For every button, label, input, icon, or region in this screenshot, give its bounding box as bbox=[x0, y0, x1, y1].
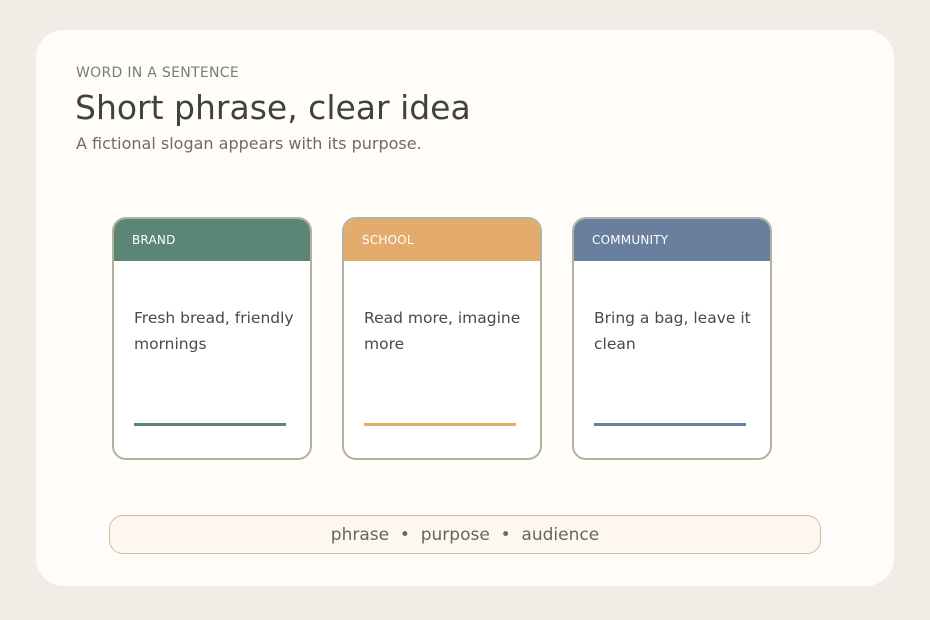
card-header: COMMUNITY bbox=[574, 219, 770, 261]
card-accent-line bbox=[364, 423, 516, 426]
card-category-label: SCHOOL bbox=[362, 233, 414, 247]
slogan-card-community: COMMUNITY Bring a bag, leave it clean bbox=[572, 217, 772, 460]
card-header: BRAND bbox=[114, 219, 310, 261]
card-accent-line bbox=[134, 423, 286, 426]
card-category-label: BRAND bbox=[132, 233, 176, 247]
slogan-card-brand: BRAND Fresh bread, friendly mornings bbox=[112, 217, 312, 460]
page-title: Short phrase, clear idea bbox=[75, 88, 471, 127]
page-subtitle: A fictional slogan appears with its purp… bbox=[76, 134, 422, 153]
card-slogan-text: Bring a bag, leave it clean bbox=[594, 309, 751, 353]
card-accent-line bbox=[594, 423, 746, 426]
card-slogan-text: Fresh bread, friendly mornings bbox=[134, 309, 294, 353]
card-header: SCHOOL bbox=[344, 219, 540, 261]
card-slogan-text: Read more, imagine more bbox=[364, 309, 521, 353]
slogan-card-school: SCHOOL Read more, imagine more bbox=[342, 217, 542, 460]
eyebrow-label: WORD IN A SENTENCE bbox=[76, 65, 239, 81]
card-category-label: COMMUNITY bbox=[592, 233, 669, 247]
main-panel: WORD IN A SENTENCE Short phrase, clear i… bbox=[36, 30, 894, 586]
legend-bar: phrase • purpose • audience bbox=[109, 515, 821, 554]
